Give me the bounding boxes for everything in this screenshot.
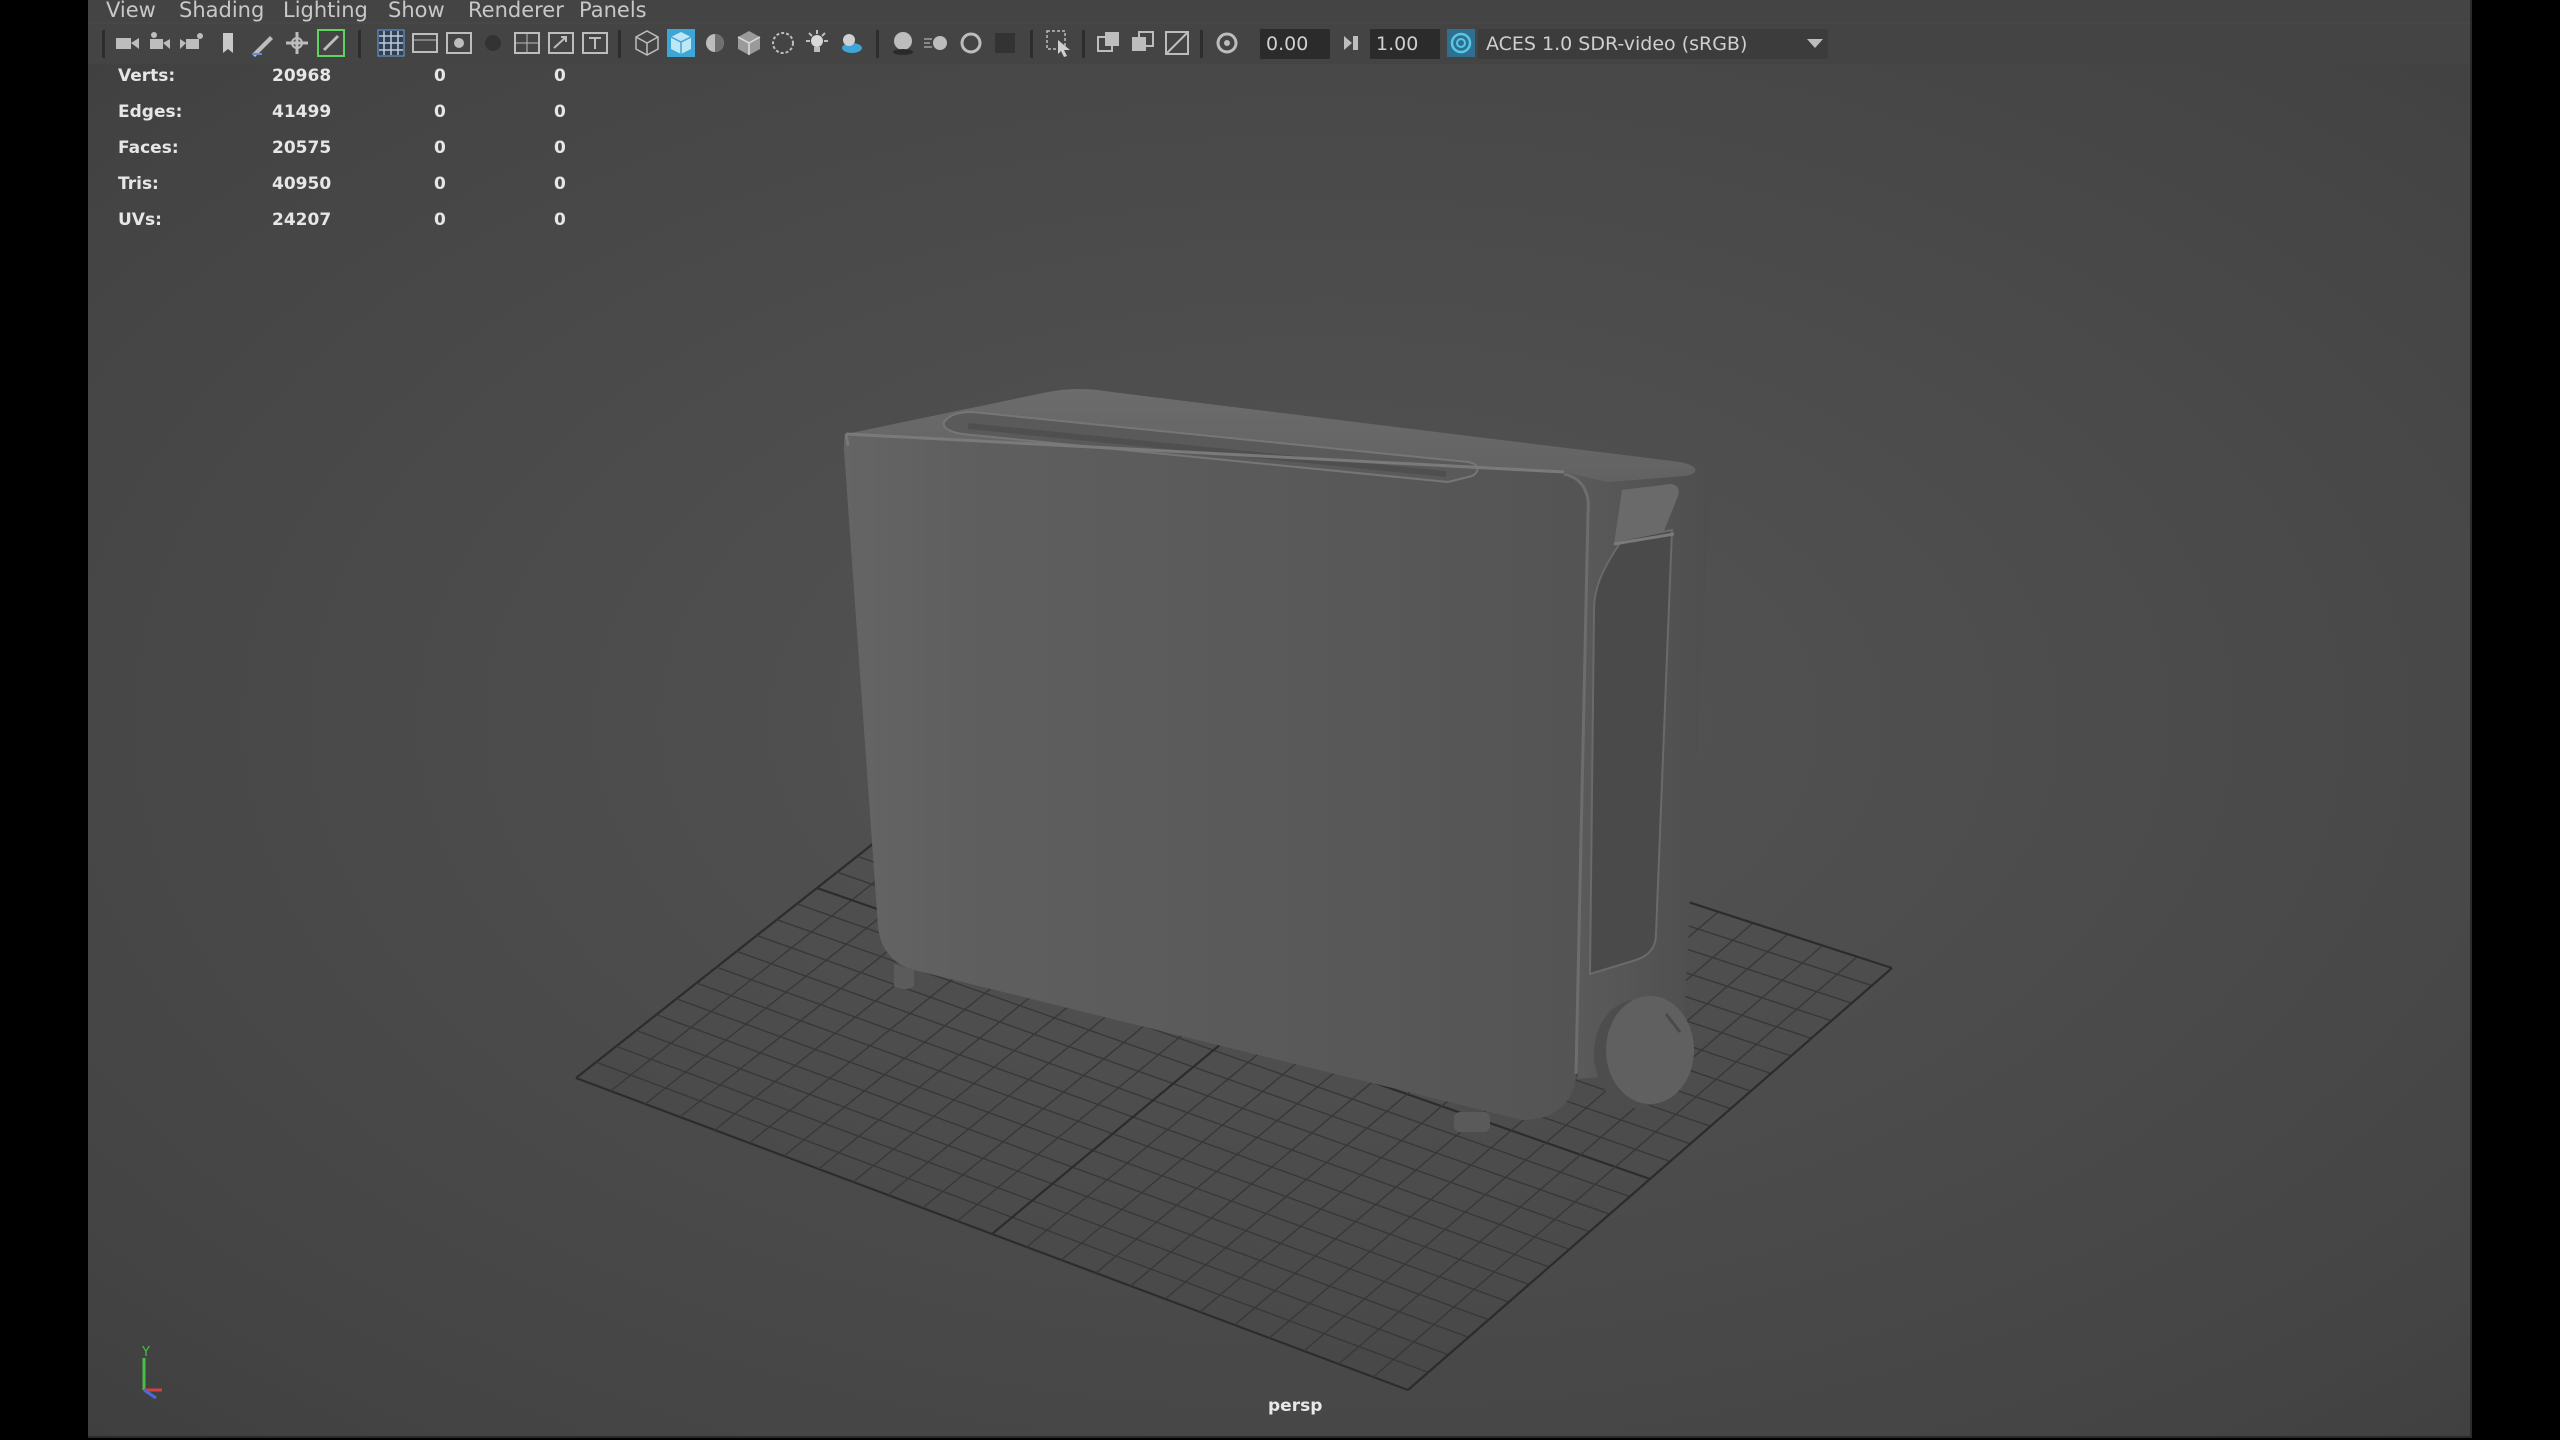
view-axis-icon: Y: [141, 1346, 162, 1400]
xray-active-icon[interactable]: [1128, 28, 1158, 58]
depth-of-field-icon[interactable]: [990, 28, 1020, 58]
antialiasing-icon[interactable]: [956, 28, 986, 58]
panel-menu-bar: View Shading Lighting Show Renderer Pane…: [88, 0, 2470, 22]
hud-value: 40950: [272, 174, 332, 194]
resolution-gate-icon[interactable]: [444, 28, 474, 58]
toaster-model[interactable]: [844, 389, 1711, 1132]
hud-value: 0: [554, 174, 566, 194]
toolbar-separator: [618, 30, 621, 58]
hud-value: 0: [554, 66, 566, 86]
hud-value: 41499: [272, 102, 332, 122]
hud-value: 0: [434, 174, 446, 194]
backface-culling-icon[interactable]: [1162, 28, 1192, 58]
chevron-down-icon[interactable]: [1800, 28, 1830, 58]
grease-pencil-icon[interactable]: [248, 28, 278, 58]
toolbar-separator: [1200, 30, 1203, 58]
hud-label: Tris:: [118, 174, 159, 194]
safe-title-icon[interactable]: [580, 28, 610, 58]
motion-blur-icon[interactable]: [922, 28, 952, 58]
hud-value: 0: [434, 210, 446, 230]
camera-attributes-icon[interactable]: [146, 28, 176, 58]
film-gate-icon[interactable]: [410, 28, 440, 58]
exposure-field[interactable]: 0.00: [1260, 29, 1330, 59]
wireframe-icon[interactable]: [632, 28, 662, 58]
viewport-panel: View Shading Lighting Show Renderer Pane…: [88, 0, 2472, 1438]
hud-value: 20968: [272, 66, 332, 86]
xray-icon[interactable]: [768, 28, 798, 58]
menu-show[interactable]: Show: [388, 0, 445, 22]
gamma-field[interactable]: 1.00: [1370, 29, 1440, 59]
hud-value: 0: [554, 210, 566, 230]
toolbar-separator: [1030, 30, 1033, 58]
grid-icon[interactable]: [376, 28, 406, 58]
hud-value: 20575: [272, 138, 332, 158]
snap-icon[interactable]: [316, 28, 346, 58]
hud-label: Faces:: [118, 138, 179, 158]
select-camera-icon[interactable]: [112, 28, 142, 58]
field-chart-icon[interactable]: [512, 28, 542, 58]
bookmarks-icon[interactable]: [180, 28, 210, 58]
menu-panels[interactable]: Panels: [579, 0, 647, 22]
gamma-icon[interactable]: [1336, 28, 1366, 58]
color-space-value: ACES 1.0 SDR-video (sRGB): [1486, 33, 1748, 55]
xray-joints-icon[interactable]: [1094, 28, 1124, 58]
ambient-occlusion-icon[interactable]: [888, 28, 918, 58]
panel-toolbar: 0.00 1.00 ACES 1.0 SDR-video (sRGB): [88, 24, 2470, 64]
textured-icon[interactable]: [734, 28, 764, 58]
2d-pan-zoom-icon[interactable]: [282, 28, 312, 58]
hud-label: Edges:: [118, 102, 183, 122]
camera-name-label: persp: [1268, 1396, 1323, 1416]
hud-value: 0: [434, 138, 446, 158]
hud-value: 0: [554, 102, 566, 122]
hud-label: UVs:: [118, 210, 162, 230]
image-plane-icon[interactable]: [214, 28, 244, 58]
hud-label: Verts:: [118, 66, 176, 86]
shadows-icon[interactable]: [836, 28, 866, 58]
menu-shading[interactable]: Shading: [179, 0, 264, 22]
menu-renderer[interactable]: Renderer: [468, 0, 564, 22]
hud-value: 0: [434, 102, 446, 122]
isolate-select-icon[interactable]: [1044, 28, 1074, 58]
scene[interactable]: [88, 64, 2470, 1436]
toolbar-separator: [358, 30, 361, 58]
gate-mask-icon[interactable]: [478, 28, 508, 58]
toolbar-separator: [1082, 30, 1085, 58]
color-management-icon[interactable]: [1446, 28, 1476, 58]
toolbar-separator: [102, 30, 105, 58]
hud-value: 0: [434, 66, 446, 86]
menu-view[interactable]: View: [106, 0, 156, 22]
safe-action-icon[interactable]: [546, 28, 576, 58]
color-space-dropdown[interactable]: ACES 1.0 SDR-video (sRGB): [1478, 29, 1828, 59]
3d-viewport[interactable]: Verts: 20968 0 0 Edges: 41499 0 0 Faces:…: [88, 64, 2470, 1436]
smooth-shade-icon[interactable]: [666, 28, 696, 58]
menu-lighting[interactable]: Lighting: [283, 0, 368, 22]
hud-value: 0: [554, 138, 566, 158]
toolbar-separator: [876, 30, 879, 58]
lights-icon[interactable]: [802, 28, 832, 58]
axis-y-label: Y: [141, 1346, 150, 1360]
default-material-icon[interactable]: [700, 28, 730, 58]
hud-value: 24207: [272, 210, 332, 230]
exposure-icon[interactable]: [1212, 28, 1242, 58]
